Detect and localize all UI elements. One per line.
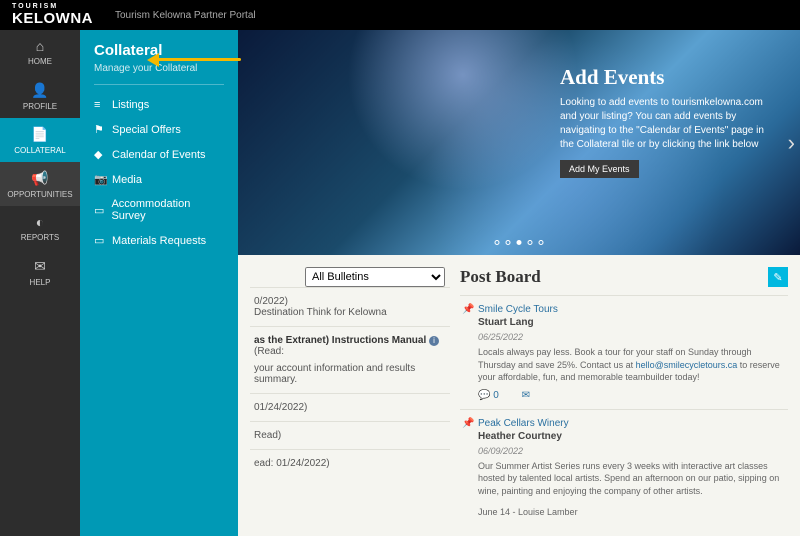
post-body: Locals always pay less. Book a tour for …	[478, 346, 784, 384]
bulletin-item[interactable]: as the Extranet) Instructions Manual i (…	[250, 326, 450, 393]
diamond-icon: ◆	[94, 148, 112, 161]
sidebar-item-home[interactable]: ⌂ HOME	[0, 30, 80, 74]
post-email-link[interactable]: hello@smilecycletours.ca	[636, 360, 738, 370]
post-author: Heather Courtney	[478, 431, 784, 442]
logo: TOURISM KELOWNA	[0, 3, 105, 27]
bulletin-text: Destination Think for Kelowna	[254, 307, 446, 318]
dot-active[interactable]	[517, 240, 522, 245]
pencil-icon: ✎	[773, 271, 782, 284]
submenu-item-label: Listings	[112, 99, 149, 111]
card-icon: ▭	[94, 204, 111, 217]
main-content: Add Events Looking to add events to tour…	[238, 0, 800, 536]
post-item: 📌 Peak Cellars Winery Heather Courtney 0…	[460, 409, 788, 526]
pin-icon: 📌	[462, 304, 474, 315]
sidebar-item-label: OPPORTUNITIES	[7, 190, 72, 199]
submenu-item-label: Accommodation Survey	[111, 198, 224, 222]
post-date: 06/25/2022	[478, 332, 784, 342]
reports-icon: ◐	[36, 214, 44, 230]
submenu-item-label: Materials Requests	[112, 235, 206, 247]
submenu-item-special-offers[interactable]: ⚑Special Offers	[94, 117, 224, 142]
camera-icon: 📷	[94, 173, 112, 186]
bulletin-title: as the Extranet) Instructions Manual	[254, 335, 426, 346]
bulletin-text: your account information and results sum…	[254, 363, 446, 385]
sidebar-item-label: HOME	[28, 57, 52, 66]
submenu-item-label: Calendar of Events	[112, 149, 206, 161]
sidebar-item-label: HELP	[30, 278, 51, 287]
sidebar-item-label: REPORTS	[21, 233, 60, 242]
hero-banner: Add Events Looking to add events to tour…	[238, 30, 800, 255]
portal-label: Tourism Kelowna Partner Portal	[115, 10, 256, 21]
info-icon: i	[429, 336, 439, 346]
bulletin-read: ead: 01/24/2022)	[254, 458, 446, 469]
bulletins-column: All Bulletins 0/2022) Destination Think …	[250, 267, 450, 526]
dot[interactable]	[506, 240, 511, 245]
bulletin-item[interactable]: 01/24/2022)	[250, 393, 450, 421]
comment-button[interactable]: 💬 0	[478, 390, 509, 401]
carousel-next-icon[interactable]: ›	[788, 130, 795, 156]
post-author: Stuart Lang	[478, 317, 784, 328]
bulletin-date: 01/24/2022)	[254, 402, 446, 413]
sidebar-item-label: PROFILE	[23, 102, 57, 111]
post-extra: June 14 - Louise Lamber	[478, 506, 784, 519]
submenu-item-media[interactable]: 📷Media	[94, 167, 224, 192]
bulletin-read: Read)	[254, 430, 446, 441]
profile-icon: 👤	[31, 82, 48, 99]
flag-icon: ⚑	[94, 123, 112, 136]
postboard-column: Post Board ✎ 📌 Smile Cycle Tours Stuart …	[460, 267, 788, 526]
collateral-icon: 📄	[31, 126, 48, 143]
add-events-button[interactable]: Add My Events	[560, 160, 639, 178]
submenu-item-materials[interactable]: ▭Materials Requests	[94, 228, 224, 253]
home-icon: ⌂	[36, 38, 44, 54]
pin-icon: 📌	[462, 418, 474, 429]
list-icon: ≡	[94, 99, 112, 111]
post-item: 📌 Smile Cycle Tours Stuart Lang 06/25/20…	[460, 295, 788, 409]
sidebar-item-collateral[interactable]: 📄 COLLATERAL	[0, 118, 80, 162]
topbar: TOURISM KELOWNA Tourism Kelowna Partner …	[0, 0, 800, 30]
bulletin-item[interactable]: ead: 01/24/2022)	[250, 449, 450, 477]
annotation-arrow	[155, 58, 241, 61]
bulletin-date: 0/2022)	[254, 296, 446, 307]
sidebar-item-label: COLLATERAL	[14, 146, 65, 155]
submenu-item-listings[interactable]: ≡Listings	[94, 93, 224, 117]
dot[interactable]	[528, 240, 533, 245]
bulletin-read: (Read:	[254, 346, 284, 357]
help-icon: ✉	[34, 258, 46, 275]
dot[interactable]	[495, 240, 500, 245]
post-body: Our Summer Artist Series runs every 3 we…	[478, 460, 784, 498]
hero-body: Looking to add events to tourismkelowna.…	[560, 96, 770, 152]
submenu-item-label: Special Offers	[112, 124, 181, 136]
card-icon: ▭	[94, 234, 112, 247]
submenu-collateral: Collateral Manage your Collateral ≡Listi…	[80, 30, 238, 536]
sidebar: ⌂ HOME 👤 PROFILE 📄 COLLATERAL 📢 OPPORTUNITIE…	[0, 0, 80, 536]
sidebar-item-profile[interactable]: 👤 PROFILE	[0, 74, 80, 118]
carousel-dots[interactable]	[495, 240, 544, 245]
submenu-title: Collateral	[94, 42, 224, 59]
bulletin-item[interactable]: Read)	[250, 421, 450, 449]
bulletin-filter-select[interactable]: All Bulletins	[305, 267, 445, 287]
bulletin-item[interactable]: 0/2022) Destination Think for Kelowna	[250, 287, 450, 326]
email-button[interactable]: ✉	[522, 390, 530, 401]
post-title[interactable]: Peak Cellars Winery	[478, 418, 784, 429]
edit-button[interactable]: ✎	[768, 267, 788, 287]
sidebar-item-reports[interactable]: ◐ REPORTS	[0, 206, 80, 250]
post-title[interactable]: Smile Cycle Tours	[478, 304, 784, 315]
submenu-item-calendar[interactable]: ◆Calendar of Events	[94, 142, 224, 167]
sidebar-item-help[interactable]: ✉ HELP	[0, 250, 80, 294]
postboard-title: Post Board	[460, 267, 768, 287]
submenu-subtitle: Manage your Collateral	[94, 63, 224, 74]
submenu-item-survey[interactable]: ▭Accommodation Survey	[94, 192, 224, 228]
sidebar-item-opportunities[interactable]: 📢 OPPORTUNITIES	[0, 162, 80, 206]
opportunities-icon: 📢	[31, 170, 48, 187]
divider	[94, 84, 224, 85]
post-actions: 💬 0 ✉	[478, 390, 784, 401]
dot[interactable]	[539, 240, 544, 245]
post-date: 06/09/2022	[478, 446, 784, 456]
hero-title: Add Events	[560, 65, 770, 90]
submenu-item-label: Media	[112, 174, 142, 186]
